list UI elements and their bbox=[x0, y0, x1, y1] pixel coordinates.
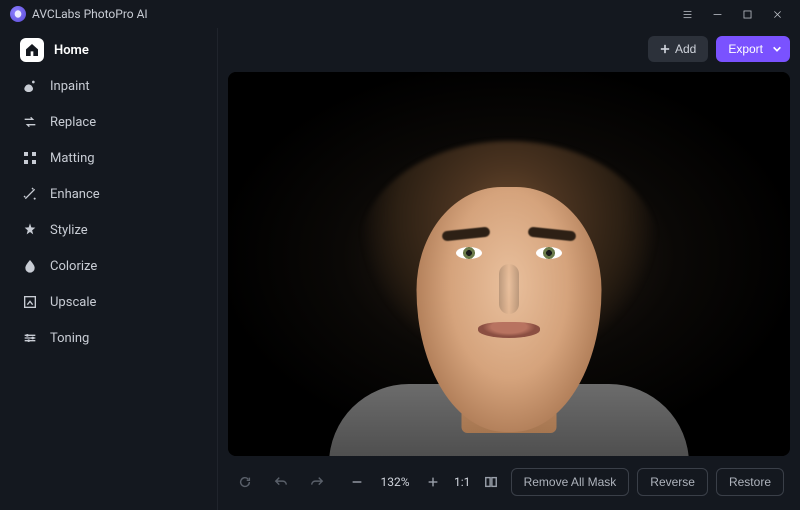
add-button-label: Add bbox=[675, 42, 696, 56]
close-button[interactable] bbox=[762, 2, 792, 26]
app-title: AVCLabs PhotoPro AI bbox=[32, 7, 148, 21]
zoom-value: 132% bbox=[378, 475, 412, 489]
sidebar-item-matting[interactable]: Matting bbox=[12, 142, 205, 174]
stylize-icon bbox=[20, 220, 40, 240]
sidebar-item-label: Toning bbox=[50, 331, 89, 346]
zoom-in-button[interactable] bbox=[422, 471, 444, 493]
sidebar-item-label: Enhance bbox=[50, 187, 100, 202]
sidebar-item-label: Stylize bbox=[50, 223, 88, 238]
maximize-button[interactable] bbox=[732, 2, 762, 26]
sidebar-item-label: Home bbox=[54, 43, 89, 58]
window-controls bbox=[672, 2, 792, 26]
plus-icon bbox=[660, 44, 670, 54]
sidebar-item-label: Upscale bbox=[50, 295, 96, 310]
enhance-icon bbox=[20, 184, 40, 204]
colorize-icon bbox=[20, 256, 40, 276]
upscale-icon bbox=[20, 292, 40, 312]
sidebar-item-upscale[interactable]: Upscale bbox=[12, 286, 205, 318]
sidebar-item-enhance[interactable]: Enhance bbox=[12, 178, 205, 210]
reverse-button[interactable]: Reverse bbox=[637, 468, 708, 496]
sidebar-item-label: Matting bbox=[50, 151, 95, 166]
sidebar: Home Inpaint Replace Matting Enhance bbox=[0, 28, 218, 510]
chevron-down-icon bbox=[772, 44, 782, 54]
canvas[interactable] bbox=[228, 72, 790, 456]
remove-all-mask-button[interactable]: Remove All Mask bbox=[511, 468, 630, 496]
export-button-label: Export bbox=[728, 42, 763, 56]
titlebar: AVCLabs PhotoPro AI bbox=[0, 0, 800, 28]
sidebar-item-label: Colorize bbox=[50, 259, 97, 274]
toning-icon bbox=[20, 328, 40, 348]
menu-icon[interactable] bbox=[672, 2, 702, 26]
refresh-button[interactable] bbox=[234, 471, 256, 493]
restore-button[interactable]: Restore bbox=[716, 468, 784, 496]
sidebar-item-colorize[interactable]: Colorize bbox=[12, 250, 205, 282]
minimize-button[interactable] bbox=[702, 2, 732, 26]
sidebar-item-label: Replace bbox=[50, 115, 96, 130]
home-icon bbox=[20, 38, 44, 62]
sidebar-item-label: Inpaint bbox=[50, 79, 90, 94]
zoom-controls: 132% 1:1 bbox=[346, 471, 502, 493]
export-button[interactable]: Export bbox=[716, 36, 790, 62]
compare-icon[interactable] bbox=[480, 471, 502, 493]
app-logo-icon bbox=[10, 6, 26, 22]
sidebar-item-home[interactable]: Home bbox=[12, 34, 205, 66]
inpaint-icon bbox=[20, 76, 40, 96]
fit-one-to-one-button[interactable]: 1:1 bbox=[454, 475, 470, 489]
matting-icon bbox=[20, 148, 40, 168]
add-button[interactable]: Add bbox=[648, 36, 708, 62]
zoom-out-button[interactable] bbox=[346, 471, 368, 493]
bottom-toolbar: 132% 1:1 Remove All Mask Reverse bbox=[228, 464, 790, 500]
redo-button[interactable] bbox=[306, 471, 328, 493]
undo-button[interactable] bbox=[270, 471, 292, 493]
portrait-image bbox=[228, 72, 790, 456]
titlebar-left: AVCLabs PhotoPro AI bbox=[10, 6, 148, 22]
sidebar-item-stylize[interactable]: Stylize bbox=[12, 214, 205, 246]
sidebar-item-inpaint[interactable]: Inpaint bbox=[12, 70, 205, 102]
replace-icon bbox=[20, 112, 40, 132]
content-area: Add Export bbox=[218, 28, 800, 510]
top-action-bar: Add Export bbox=[228, 34, 790, 64]
sidebar-item-toning[interactable]: Toning bbox=[12, 322, 205, 354]
sidebar-item-replace[interactable]: Replace bbox=[12, 106, 205, 138]
